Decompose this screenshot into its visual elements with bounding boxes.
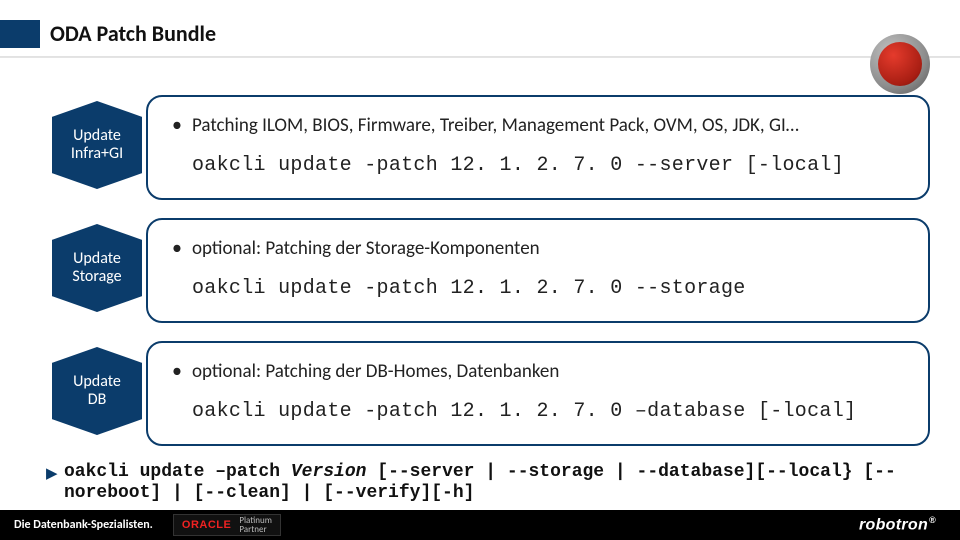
syntax-version-placeholder: Version [291, 462, 367, 482]
step-storage: Update Storage optional: Patching der St… [50, 218, 930, 323]
header-accent-block [0, 20, 40, 48]
header: ODA Patch Bundle [0, 24, 960, 64]
step-bubble: optional: Patching der Storage-Komponent… [146, 218, 930, 323]
step-label: Update DB [73, 373, 121, 410]
step-infra-gi: Update Infra+GI Patching ILOM, BIOS, Fir… [50, 95, 930, 200]
step-chevron: Update Infra+GI [52, 101, 142, 189]
page-title: ODA Patch Bundle [50, 20, 216, 47]
step-bullet: optional: Patching der DB-Homes, Datenba… [192, 360, 908, 383]
step-chevron: Update Storage [52, 224, 142, 312]
step-chevron: Update DB [52, 347, 142, 435]
partner-badge [870, 34, 930, 94]
syntax-text: oakcli update –patch Version [--server |… [64, 462, 930, 504]
footer: Die Datenbank-Spezialisten. ORACLE Plati… [0, 510, 960, 540]
robotron-logo-text: robotron [859, 517, 928, 534]
step-bullet: Patching ILOM, BIOS, Firmware, Treiber, … [192, 114, 908, 137]
robotron-logo: robotron® [859, 515, 936, 534]
step-command: oakcli update -patch 12. 1. 2. 7. 0 --se… [192, 154, 908, 177]
step-label: Update Storage [72, 250, 121, 287]
oracle-logo-text: ORACLE [182, 519, 231, 531]
step-db: Update DB optional: Patching der DB-Home… [50, 341, 930, 446]
footer-tagline: Die Datenbank-Spezialisten. [0, 518, 153, 532]
slide: ODA Patch Bundle Update Infra+GI Patchin… [0, 0, 960, 540]
syntax-line: ▶ oakcli update –patch Version [--server… [46, 462, 930, 504]
oracle-partner-badge: ORACLE Platinum Partner [173, 514, 281, 536]
bullet-arrow-icon: ▶ [46, 462, 64, 504]
step-label: Update Infra+GI [71, 127, 123, 164]
header-divider [0, 56, 960, 58]
registered-icon: ® [929, 515, 936, 525]
step-command: oakcli update -patch 12. 1. 2. 7. 0 –dat… [192, 400, 908, 423]
step-bubble: optional: Patching der DB-Homes, Datenba… [146, 341, 930, 446]
steps-list: Update Infra+GI Patching ILOM, BIOS, Fir… [50, 95, 930, 464]
oracle-partner-level: Platinum Partner [239, 516, 272, 534]
step-command: oakcli update -patch 12. 1. 2. 7. 0 --st… [192, 277, 908, 300]
step-bullet: optional: Patching der Storage-Komponent… [192, 237, 908, 260]
step-bubble: Patching ILOM, BIOS, Firmware, Treiber, … [146, 95, 930, 200]
syntax-prefix: oakcli update –patch [64, 462, 291, 482]
